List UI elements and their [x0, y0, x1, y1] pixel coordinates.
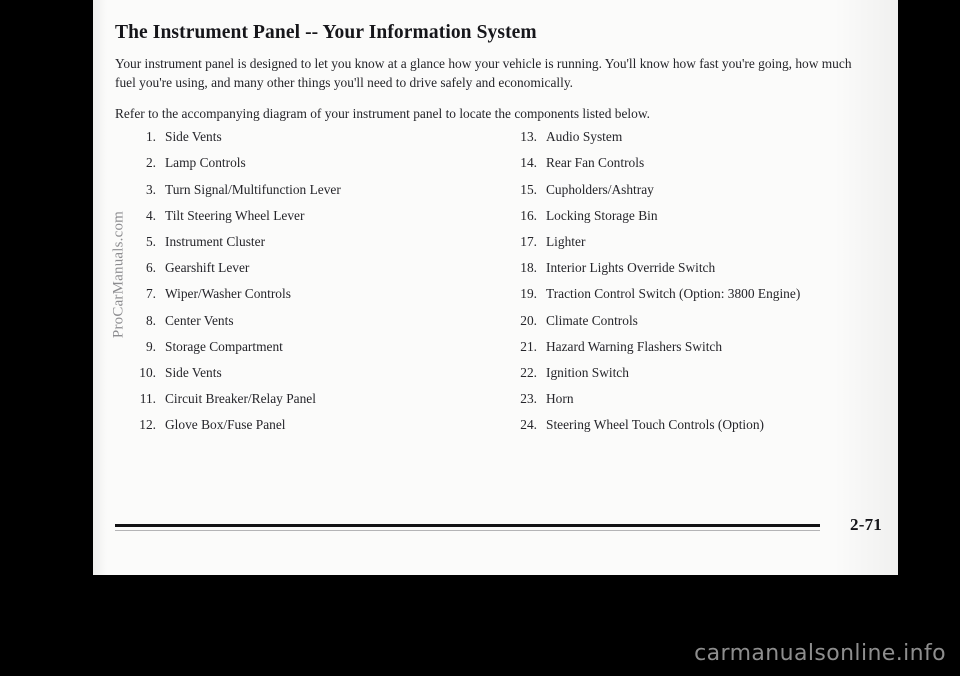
- list-item: 14. Rear Fan Controls: [507, 155, 897, 181]
- list-item-label: Side Vents: [165, 129, 222, 145]
- list-item: 2. Lamp Controls: [129, 155, 509, 181]
- list-item-number: 12.: [139, 417, 156, 433]
- list-item-label: Wiper/Washer Controls: [165, 286, 291, 302]
- list-item: 9. Storage Compartment: [129, 339, 509, 365]
- list-item-label: Hazard Warning Flashers Switch: [546, 338, 723, 354]
- list-item-label: Audio System: [546, 129, 623, 145]
- list-item: 13. Audio System: [507, 129, 897, 155]
- list-item-number: 22.: [520, 364, 537, 380]
- list-item: 17. Lighter: [507, 234, 897, 260]
- list-item-number: 13.: [520, 129, 537, 145]
- list-item-label: Gearshift Lever: [165, 260, 250, 276]
- list-item-label: Center Vents: [165, 312, 234, 328]
- list-item: 7. Wiper/Washer Controls: [129, 286, 509, 312]
- list-item-label: Side Vents: [165, 364, 222, 380]
- list-item-label: Steering Wheel Touch Controls (Option): [546, 417, 764, 433]
- list-item-label: Turn Signal/Multifunction Lever: [165, 181, 341, 197]
- list-item-label: Rear Fan Controls: [546, 155, 645, 171]
- list-item: 21. Hazard Warning Flashers Switch: [507, 339, 897, 365]
- list-item: 11. Circuit Breaker/Relay Panel: [129, 391, 509, 417]
- footer-rule-thick: [115, 524, 820, 527]
- list-item-number: 10.: [139, 364, 156, 380]
- list-item-label: Lamp Controls: [165, 155, 246, 171]
- page-content: The Instrument Panel -- Your Information…: [115, 22, 876, 439]
- list-item-number: 5.: [145, 233, 156, 249]
- list-item-number: 4.: [145, 207, 156, 223]
- list-item: 20. Climate Controls: [507, 313, 897, 339]
- footer-rule-thin: [115, 530, 820, 532]
- list-item: 22. Ignition Switch: [507, 365, 897, 391]
- list-item-label: Lighter: [546, 233, 586, 249]
- list-item-number: 24.: [520, 417, 537, 433]
- list-item-number: 9.: [145, 338, 156, 354]
- list-item-number: 21.: [520, 338, 537, 354]
- list-item-number: 16.: [520, 207, 537, 223]
- component-list-column-right: 13. Audio System 14. Rear Fan Controls 1…: [507, 129, 897, 443]
- list-item: 19. Traction Control Switch (Option: 380…: [507, 286, 897, 312]
- list-item: 1. Side Vents: [129, 129, 509, 155]
- list-item-number: 17.: [520, 233, 537, 249]
- list-item-label: Cupholders/Ashtray: [546, 181, 654, 197]
- site-watermark: carmanualsonline.info: [694, 641, 946, 666]
- list-item-number: 11.: [139, 391, 156, 407]
- list-item: 12. Glove Box/Fuse Panel: [129, 417, 509, 443]
- page-footer: 2-71: [115, 515, 882, 549]
- list-item-number: 19.: [520, 286, 537, 302]
- list-item-number: 18.: [520, 260, 537, 276]
- list-item: 10. Side Vents: [129, 365, 509, 391]
- list-item: 3. Turn Signal/Multifunction Lever: [129, 182, 509, 208]
- list-item-number: 8.: [145, 312, 156, 328]
- list-item-number: 2.: [145, 155, 156, 171]
- list-item: 24. Steering Wheel Touch Controls (Optio…: [507, 417, 897, 443]
- list-item-label: Horn: [546, 391, 574, 407]
- list-item-label: Interior Lights Override Switch: [546, 260, 716, 276]
- list-item-number: 14.: [520, 155, 537, 171]
- list-item-number: 23.: [520, 391, 537, 407]
- list-item-label: Ignition Switch: [546, 364, 629, 380]
- list-item-label: Storage Compartment: [165, 338, 283, 354]
- scanned-page: The Instrument Panel -- Your Information…: [93, 0, 898, 575]
- list-item-label: Glove Box/Fuse Panel: [165, 417, 286, 433]
- list-item-number: 20.: [520, 312, 537, 328]
- list-item: 6. Gearshift Lever: [129, 260, 509, 286]
- list-item: 4. Tilt Steering Wheel Lever: [129, 208, 509, 234]
- list-item-label: Instrument Cluster: [165, 233, 266, 249]
- list-item-number: 7.: [145, 286, 156, 302]
- list-item-label: Locking Storage Bin: [546, 207, 658, 223]
- list-item-number: 15.: [520, 181, 537, 197]
- list-item-number: 1.: [145, 129, 156, 145]
- list-item-label: Traction Control Switch (Option: 3800 En…: [546, 286, 801, 302]
- list-item-number: 6.: [145, 260, 156, 276]
- reference-paragraph: Refer to the accompanying diagram of you…: [115, 105, 650, 121]
- list-item: 23. Horn: [507, 391, 897, 417]
- list-item-label: Circuit Breaker/Relay Panel: [165, 391, 316, 407]
- page-title: The Instrument Panel -- Your Information…: [115, 22, 537, 43]
- list-item: 5. Instrument Cluster: [129, 234, 509, 260]
- page-number: 2-71: [850, 515, 882, 534]
- list-item: 8. Center Vents: [129, 313, 509, 339]
- component-list-column-left: 1. Side Vents 2. Lamp Controls 3. Turn S…: [129, 129, 509, 443]
- component-list: 1. Side Vents 2. Lamp Controls 3. Turn S…: [115, 129, 876, 439]
- list-item-number: 3.: [145, 181, 156, 197]
- list-item: 18. Interior Lights Override Switch: [507, 260, 897, 286]
- list-item: 16. Locking Storage Bin: [507, 208, 897, 234]
- list-item: 15. Cupholders/Ashtray: [507, 182, 897, 208]
- list-item-label: Climate Controls: [546, 312, 638, 328]
- intro-paragraph: Your instrument panel is designed to let…: [115, 56, 852, 91]
- list-item-label: Tilt Steering Wheel Lever: [165, 207, 305, 223]
